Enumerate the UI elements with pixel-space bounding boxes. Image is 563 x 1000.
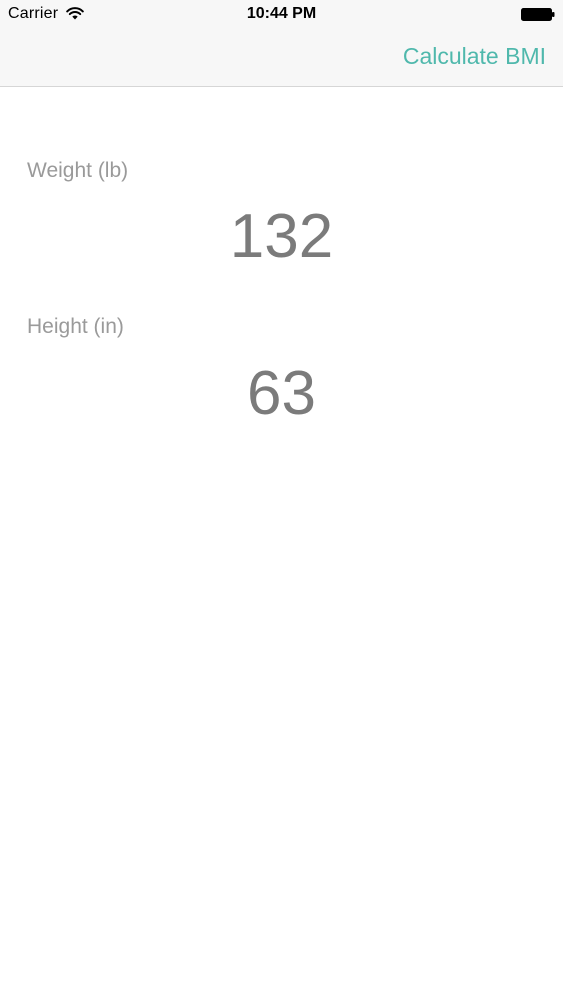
status-time: 10:44 PM	[246, 5, 317, 22]
status-bar: Carrier 10:44 PM	[0, 0, 563, 28]
weight-value-field[interactable]: 132	[0, 206, 563, 268]
height-label: Height (in)	[27, 315, 124, 338]
navigation-bar: Carrier 10:44 PM Calculate BMI	[0, 0, 563, 87]
calculate-bmi-button[interactable]: Calculate BMI	[403, 43, 546, 70]
height-value-field[interactable]: 63	[0, 363, 563, 425]
battery-icon	[521, 8, 555, 21]
weight-label: Weight (lb)	[27, 159, 129, 182]
